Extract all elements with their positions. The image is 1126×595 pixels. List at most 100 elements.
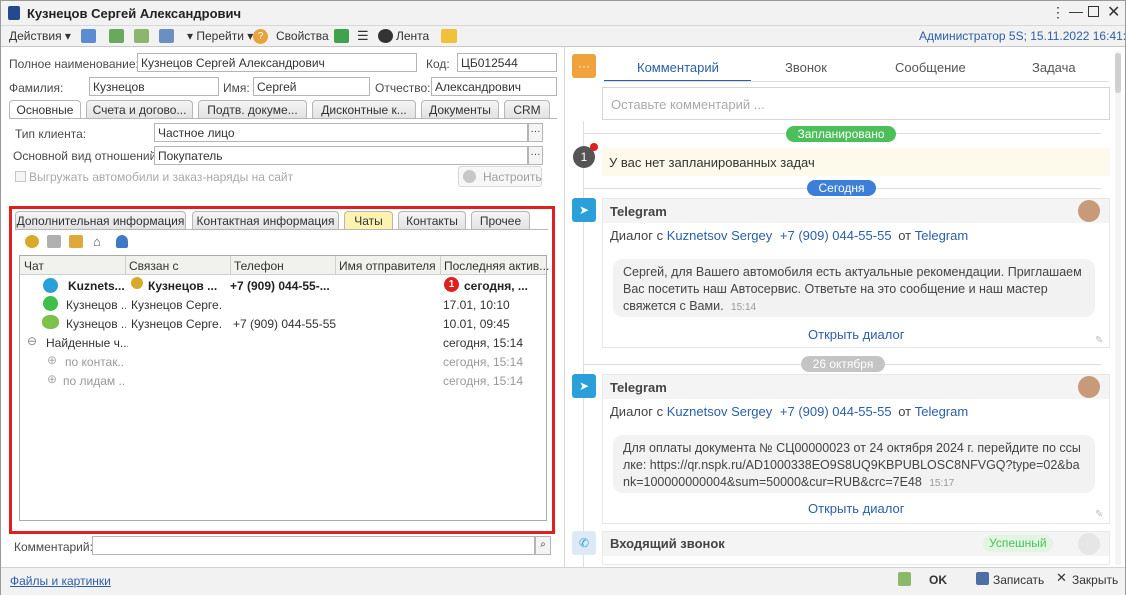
- tab-content-border: [9, 118, 557, 119]
- tab-discount[interactable]: Дисконтные к...: [312, 100, 416, 118]
- channel-link[interactable]: Telegram: [915, 228, 968, 243]
- row-chat: по контак...: [65, 355, 125, 369]
- chat-bubble-icon: ···: [572, 54, 596, 78]
- tab-message[interactable]: Сообщение: [895, 60, 966, 75]
- scrollbar-track[interactable]: [1115, 51, 1121, 565]
- col-linked[interactable]: Связан с: [129, 259, 179, 273]
- configure-button[interactable]: Настроить: [458, 166, 542, 187]
- save-close-icon[interactable]: [81, 29, 96, 43]
- properties-button[interactable]: Свойства: [276, 29, 329, 43]
- delete-chat-icon[interactable]: [69, 235, 83, 248]
- row-linked: Кузнецов Серге...: [131, 298, 221, 312]
- maximize-icon[interactable]: [1088, 6, 1099, 17]
- tab-documents[interactable]: Документы: [421, 100, 499, 118]
- linked-icon: [131, 277, 143, 289]
- scrollbar-thumb[interactable]: [1115, 53, 1121, 93]
- contact-link[interactable]: Kuznetsov Sergey: [667, 228, 773, 243]
- collapse-icon[interactable]: ⊖: [27, 334, 37, 348]
- pin-icon[interactable]: ✎: [1095, 335, 1103, 346]
- table-row[interactable]: ⊖ Найденные ч... сегодня, 15:14: [21, 334, 546, 353]
- tab-task[interactable]: Задача: [1032, 60, 1076, 75]
- archive-icon[interactable]: [47, 235, 61, 248]
- close-icon[interactable]: ✕: [1107, 2, 1120, 22]
- col-chat[interactable]: Чат: [24, 259, 44, 273]
- copy-icon[interactable]: [134, 29, 149, 43]
- patronymic-field[interactable]: Александрович: [431, 77, 557, 96]
- client-type-select-button[interactable]: ···: [528, 123, 543, 142]
- phone-icon: ✆: [572, 531, 596, 555]
- contact-link[interactable]: Kuznetsov Sergey: [667, 404, 773, 419]
- col-sender[interactable]: Имя отправителя: [339, 259, 436, 273]
- note-icon[interactable]: [441, 29, 457, 43]
- telegram-icon: ➤: [572, 374, 596, 398]
- close-button[interactable]: Закрыть: [1072, 573, 1118, 587]
- actions-menu[interactable]: Действия ▾: [9, 29, 71, 43]
- upload-checkbox[interactable]: [15, 171, 26, 182]
- subtab-contact-info[interactable]: Контактная информация: [192, 211, 339, 229]
- close-x-icon: ✕: [1056, 570, 1067, 585]
- row-chat: Kuznets...: [68, 279, 124, 293]
- relation-field[interactable]: Покупатель: [154, 146, 528, 165]
- expand-icon[interactable]: ⊕: [47, 353, 57, 367]
- channel-link[interactable]: Telegram: [915, 404, 968, 419]
- table-row[interactable]: Кузнецов ... Кузнецов Серге... 17.01, 10…: [21, 296, 546, 315]
- expand-icon[interactable]: ⊕: [47, 372, 57, 386]
- client-type-field[interactable]: Частное лицо: [154, 123, 528, 142]
- save-button[interactable]: Записать: [993, 573, 1044, 587]
- files-link[interactable]: Файлы и картинки: [10, 574, 111, 588]
- help-icon[interactable]: ?: [253, 29, 268, 44]
- tag-icon[interactable]: ⌂: [93, 234, 101, 249]
- open-dialog-link[interactable]: Открыть диалог: [808, 327, 904, 342]
- phone-link[interactable]: +7 (909) 044-55-55: [780, 404, 892, 419]
- comment-input[interactable]: Оставьте комментарий ...: [602, 87, 1110, 120]
- full-name-field[interactable]: Кузнецов Сергей Александрович: [137, 53, 417, 72]
- goto-menu[interactable]: ▾ Перейти ▾: [187, 29, 253, 43]
- row-last: сегодня, ...: [464, 279, 528, 293]
- minimize-icon[interactable]: —: [1069, 3, 1083, 19]
- tab-call[interactable]: Звонок: [785, 60, 827, 75]
- surname-field[interactable]: Кузнецов: [89, 77, 219, 96]
- subtab-contacts[interactable]: Контакты: [398, 211, 466, 229]
- tab-crm[interactable]: CRM: [504, 100, 550, 118]
- more-icon[interactable]: ⋮: [1051, 4, 1065, 21]
- tasks-badge: [590, 143, 598, 151]
- table-row[interactable]: Кузнецов ... Кузнецов Серге... +7 (909) …: [21, 315, 546, 334]
- subtab-chats[interactable]: Чаты: [344, 211, 393, 229]
- relation-select-button[interactable]: ···: [528, 146, 543, 165]
- refresh-icon[interactable]: [109, 29, 124, 43]
- tabs-underline: [604, 81, 1109, 82]
- col-phone[interactable]: Телефон: [234, 259, 284, 273]
- pin-icon[interactable]: [1078, 533, 1100, 555]
- code-field[interactable]: ЦБ012544: [457, 53, 557, 72]
- tab-main[interactable]: Основные: [9, 100, 81, 119]
- shop-icon[interactable]: [334, 29, 349, 43]
- feed-button[interactable]: Лента: [396, 29, 429, 43]
- pin-icon[interactable]: ✎: [1095, 509, 1103, 520]
- list-icon[interactable]: ☰: [357, 29, 369, 42]
- comment-field[interactable]: [92, 536, 535, 555]
- col-last-activity[interactable]: Последняя актив...: [444, 259, 549, 273]
- save-icon: [976, 572, 989, 585]
- tab-accounts[interactable]: Счета и догово...: [86, 100, 193, 118]
- name-field[interactable]: Сергей: [253, 77, 370, 96]
- client-window: Кузнецов Сергей Александрович ⋮ — ✕ Дейс…: [0, 0, 1126, 595]
- subtab-other[interactable]: Прочее: [471, 211, 530, 229]
- search-button[interactable]: ⌕: [535, 536, 551, 555]
- table-row[interactable]: Kuznets... Кузнецов ... +7 (909) 044-55-…: [21, 277, 546, 296]
- table-row[interactable]: ⊕ по лидам ... сегодня, 15:14: [21, 372, 546, 391]
- user-icon[interactable]: [116, 235, 128, 248]
- open-dialog-link[interactable]: Открыть диалог: [808, 501, 904, 516]
- tab-confirm-docs[interactable]: Подтв. докуме...: [198, 100, 307, 118]
- table-row[interactable]: ⊕ по контак... сегодня, 15:14: [21, 353, 546, 372]
- from-label: от: [898, 404, 912, 419]
- add-chat-icon[interactable]: [25, 235, 39, 248]
- create-based-icon[interactable]: [159, 29, 174, 43]
- row-chat: по лидам ...: [63, 374, 125, 388]
- subtab-additional-info[interactable]: Дополнительная информация: [15, 211, 186, 229]
- dialog-line: Диалог с Kuznetsov Sergey +7 (909) 044-5…: [610, 228, 968, 243]
- tab-comment[interactable]: Комментарий: [637, 60, 719, 75]
- phone-link[interactable]: +7 (909) 044-55-55: [780, 228, 892, 243]
- doc-check-icon[interactable]: [898, 572, 911, 586]
- ok-button[interactable]: OK: [929, 573, 947, 587]
- row-last: 10.01, 09:45: [443, 317, 510, 331]
